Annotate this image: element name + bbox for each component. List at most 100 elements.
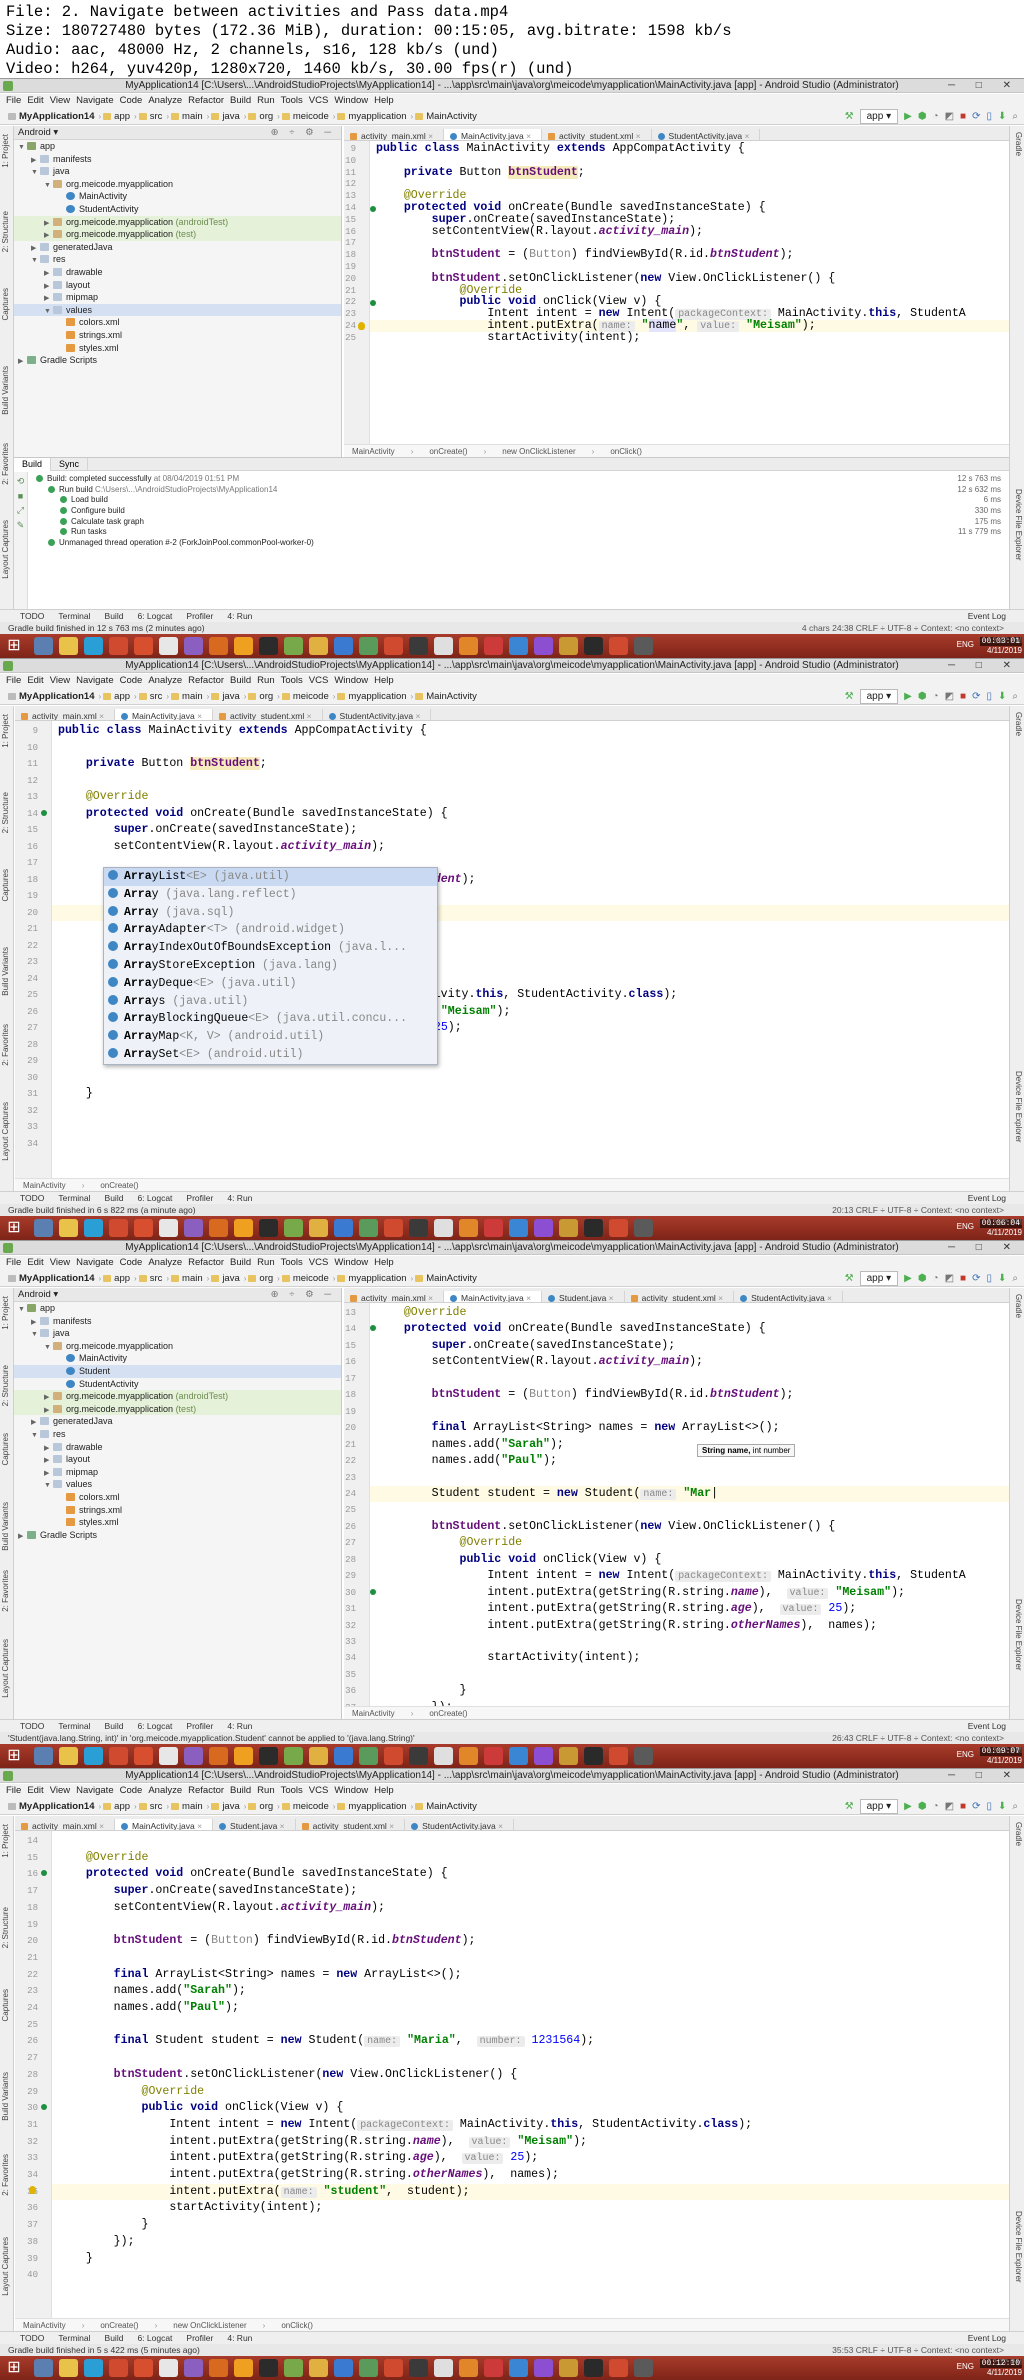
code-line[interactable]: intent.putExtra(name: "student", student… — [58, 2184, 469, 2201]
breadcrumb-item[interactable]: app — [103, 1798, 130, 1815]
project-tree-item[interactable]: ▶ drawable — [14, 1441, 341, 1454]
profile-icon[interactable]: ◔ — [933, 688, 939, 705]
code-line[interactable]: intent.putExtra(getString(R.string.age),… — [58, 2150, 538, 2167]
code-line[interactable]: intent.putExtra(getString(R.string.other… — [58, 2167, 559, 2184]
code-line[interactable]: btnStudent.setOnClickListener(new View.O… — [58, 2067, 518, 2084]
taskbar-app-icon[interactable] — [584, 637, 603, 655]
editor-breadcrumb-item[interactable]: MainActivity — [23, 1181, 66, 1190]
sync-gradle-icon[interactable]: ⟳ — [972, 108, 980, 125]
menu-window[interactable]: Window — [334, 1784, 368, 1798]
project-tree-item[interactable]: ▶ Gradle Scripts — [14, 354, 341, 367]
menu-file[interactable]: File — [6, 674, 21, 688]
breadcrumb-item[interactable]: main — [171, 108, 203, 125]
taskbar-app-icon[interactable] — [84, 1747, 103, 1765]
search-icon[interactable]: ⌕ — [1012, 108, 1018, 125]
windows-start-icon[interactable]: ⊞ — [4, 637, 24, 655]
build-row[interactable]: Configure build 330 ms — [32, 506, 1009, 517]
project-tree-item[interactable]: ▼ res — [14, 1428, 341, 1441]
expand-arrow-icon[interactable]: ▶ — [18, 1531, 27, 1544]
code-line[interactable]: @Override — [376, 1305, 467, 1321]
taskbar-app-icon[interactable] — [559, 1219, 578, 1237]
editor-tab[interactable]: MainActivity.java — [444, 1291, 543, 1302]
breadcrumb-item[interactable]: MyApplication14 — [8, 108, 95, 125]
taskbar-app-icon[interactable] — [234, 2359, 253, 2377]
expand-arrow-icon[interactable]: ▶ — [18, 356, 27, 369]
taskbar-app-icon[interactable] — [434, 1747, 453, 1765]
code-line[interactable]: } — [58, 2251, 93, 2268]
tool-tab-device-file-explorer[interactable]: Device File Explorer — [1011, 489, 1023, 561]
code-line[interactable]: names.add("Sarah"); — [376, 1437, 564, 1453]
breadcrumb-item[interactable]: src — [139, 1270, 163, 1287]
taskbar-app-icon[interactable] — [384, 2359, 403, 2377]
breadcrumb-item[interactable]: meicode — [282, 1270, 329, 1287]
taskbar-app-icon[interactable] — [209, 1747, 228, 1765]
project-tree-item[interactable]: ▶ manifests — [14, 153, 341, 166]
breadcrumb-item[interactable]: org — [248, 108, 273, 125]
menu-edit[interactable]: Edit — [27, 1784, 43, 1798]
code-line[interactable]: intent.putExtra(getString(R.string.name)… — [376, 1585, 905, 1601]
taskbar-app-icon[interactable] — [359, 1747, 378, 1765]
editor-tab[interactable]: StudentActivity.java — [651, 129, 761, 140]
code-line[interactable]: setContentView(R.layout.activity_main); — [58, 839, 385, 856]
stop-icon[interactable]: ■ — [960, 1798, 966, 1815]
editor-tab[interactable]: activity_main.xml — [344, 1291, 445, 1302]
completion-item[interactable]: ArrayStoreException (java.lang) — [104, 957, 437, 975]
taskbar-app-icon[interactable] — [334, 1219, 353, 1237]
sdk-manager-icon[interactable]: ⬇ — [998, 1798, 1006, 1815]
menu-run[interactable]: Run — [257, 1784, 274, 1798]
menu-refactor[interactable]: Refactor — [188, 94, 224, 108]
menu-navigate[interactable]: Navigate — [76, 1256, 114, 1270]
taskbar-app-icon[interactable] — [184, 2359, 203, 2377]
taskbar-app-icon[interactable] — [184, 1747, 203, 1765]
build-row[interactable]: Run tasks 11 s 779 ms — [32, 527, 1009, 538]
run-config-select[interactable]: app ▾ — [859, 1271, 899, 1286]
project-tree-item[interactable]: StudentActivity — [14, 1378, 341, 1391]
taskbar-app-icon[interactable] — [434, 637, 453, 655]
taskbar-app-icon[interactable] — [584, 1747, 603, 1765]
taskbar-app-icon[interactable] — [134, 2359, 153, 2377]
menu-vcs[interactable]: VCS — [309, 1784, 329, 1798]
taskbar-app-icon[interactable] — [384, 1747, 403, 1765]
project-tree-item[interactable]: ▼ values — [14, 1478, 341, 1491]
menu-code[interactable]: Code — [120, 674, 143, 688]
build-row[interactable]: Build: completed successfully at 08/04/2… — [32, 474, 1009, 485]
code-line[interactable]: @Override — [58, 789, 149, 806]
editor-tab[interactable]: activity_student.xml — [542, 129, 652, 140]
taskbar-app-icon[interactable] — [109, 1747, 128, 1765]
taskbar-app-icon[interactable] — [284, 2359, 303, 2377]
breadcrumb-item[interactable]: main — [171, 1798, 203, 1815]
taskbar-app-icon[interactable] — [309, 1747, 328, 1765]
breadcrumb-item[interactable]: myapplication — [337, 108, 406, 125]
taskbar-app-icon[interactable] — [484, 2359, 503, 2377]
taskbar-app-icon[interactable] — [609, 1747, 628, 1765]
build-row[interactable]: Calculate task graph 175 ms — [32, 517, 1009, 528]
menu-code[interactable]: Code — [120, 1256, 143, 1270]
tool-tab-captures[interactable]: Captures — [1, 1989, 13, 2021]
taskbar-app-icon[interactable] — [234, 1747, 253, 1765]
editor-tab[interactable]: activity_student.xml — [213, 709, 323, 720]
taskbar-app-icon[interactable] — [409, 1219, 428, 1237]
menu-view[interactable]: View — [50, 94, 70, 108]
taskbar-app-icon[interactable] — [84, 2359, 103, 2377]
taskbar-app-icon[interactable] — [109, 637, 128, 655]
project-tree-item[interactable]: ▶ manifests — [14, 1315, 341, 1328]
build-tab[interactable]: Build — [14, 458, 52, 471]
breadcrumb-item[interactable]: java — [211, 688, 239, 705]
taskbar-app-icon[interactable] — [259, 2359, 278, 2377]
menu-window[interactable]: Window — [334, 1256, 368, 1270]
run-icon[interactable]: ▶ — [904, 1270, 912, 1287]
tool-tab----project[interactable]: 1: Project — [1, 1296, 13, 1330]
tool-tab----structure[interactable]: 2: Structure — [1, 1365, 13, 1406]
search-icon[interactable]: ⌕ — [1012, 1270, 1018, 1287]
code-line[interactable]: final Student student = new Student(name… — [58, 2033, 594, 2050]
tool-tab-gradle[interactable]: Gradle — [1011, 712, 1023, 736]
panel-settings-icon[interactable]: ⊕ ÷ ⚙ ─ — [271, 126, 335, 140]
make-project-icon[interactable]: ⚒ — [845, 108, 854, 125]
search-icon[interactable]: ⌕ — [1012, 688, 1018, 705]
menu-tools[interactable]: Tools — [281, 1256, 303, 1270]
taskbar-app-icon[interactable] — [159, 637, 178, 655]
breadcrumb-item[interactable]: meicode — [282, 688, 329, 705]
editor-tab[interactable]: MainActivity.java — [444, 129, 543, 140]
override-gutter-icon[interactable] — [41, 1870, 47, 1877]
project-tree-item[interactable]: ▼ org.meicode.myapplication — [14, 178, 341, 191]
